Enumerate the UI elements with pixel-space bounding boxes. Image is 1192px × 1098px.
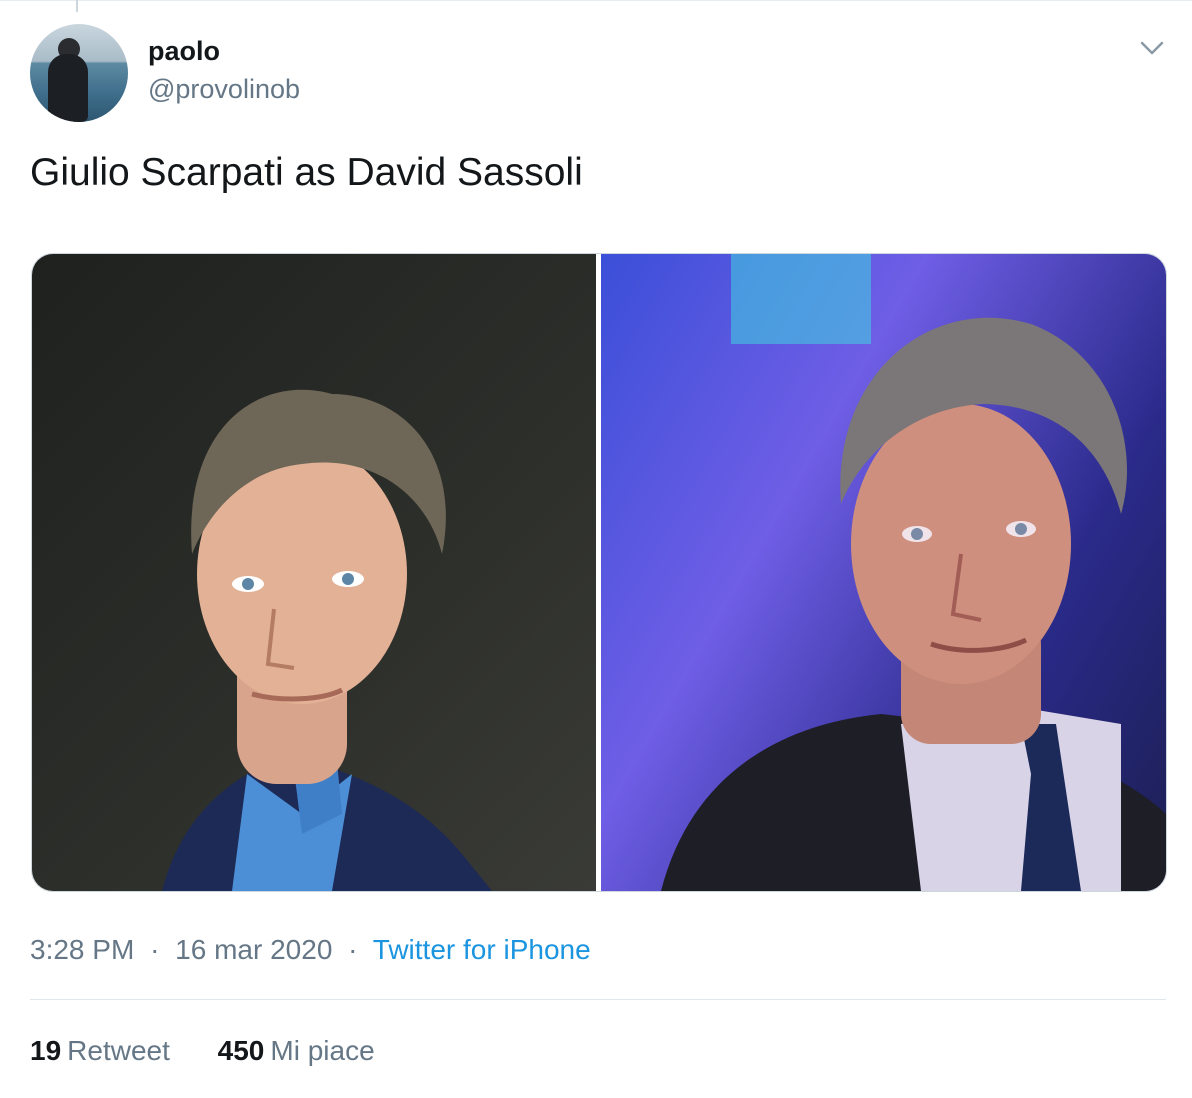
meta-separator: ·	[348, 934, 358, 965]
avatar-figure	[48, 54, 88, 122]
retweets-count: 19	[30, 1035, 62, 1066]
top-divider	[0, 0, 1192, 1]
tweet-metadata: 3:28 PM · 16 mar 2020 · Twitter for iPho…	[30, 932, 591, 968]
photo-portrait-icon	[661, 254, 1166, 891]
tweet-text: Giulio Scarpati as David Sassoli	[30, 151, 583, 194]
author-display-name[interactable]: paolo	[148, 35, 220, 67]
likes-stat[interactable]: 450 Mi piace	[218, 1033, 375, 1069]
tweet-time[interactable]: 3:28 PM	[30, 934, 134, 965]
thread-line	[76, 0, 78, 12]
likes-label: Mi piace	[270, 1035, 375, 1066]
tweet-stats: 19 Retweet 450 Mi piace	[30, 1033, 375, 1069]
photo-portrait-icon	[162, 389, 492, 891]
meta-separator: ·	[150, 934, 160, 965]
stats-divider	[30, 999, 1166, 1000]
tweet-date[interactable]: 16 mar 2020	[175, 934, 332, 965]
likes-count: 450	[217, 1035, 265, 1066]
avatar[interactable]	[30, 24, 128, 122]
media-photo-left[interactable]	[32, 254, 596, 891]
media-photo-right[interactable]	[601, 254, 1166, 891]
tweet-source-link[interactable]: Twitter for iPhone	[373, 934, 591, 965]
retweets-stat[interactable]: 19 Retweet	[30, 1033, 170, 1069]
chevron-down-icon[interactable]	[1138, 36, 1166, 60]
media-grid	[31, 253, 1167, 892]
retweets-label: Retweet	[67, 1035, 170, 1066]
author-handle[interactable]: @provolinob	[148, 73, 300, 105]
